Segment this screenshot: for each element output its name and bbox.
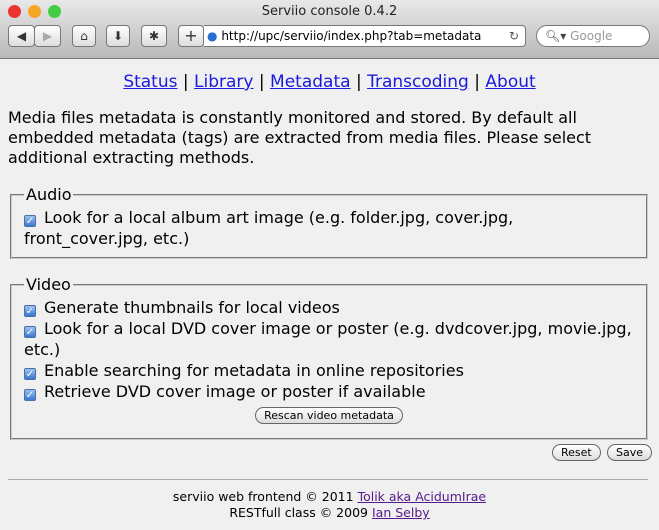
tab-transcoding[interactable]: Transcoding — [367, 72, 469, 92]
tab-metadata[interactable]: Metadata — [270, 72, 351, 92]
rescan-video-metadata-button[interactable]: Rescan video metadata — [255, 407, 403, 424]
footer: serviio web frontend © 2011 Tolik aka Ac… — [172, 489, 487, 520]
tab-library[interactable]: Library — [194, 72, 253, 92]
checkbox[interactable]: ✓ — [24, 368, 36, 380]
globe-icon: ● — [207, 29, 218, 43]
url-field[interactable]: ● http://upc/serviio/index.php?tab=metad… — [204, 25, 526, 47]
tab-nav: Status | Library | Metadata | Transcodin… — [123, 72, 536, 92]
checkbox[interactable]: ✓ — [24, 326, 36, 338]
video-fieldset: Video ✓ Generate thumbnails for local vid… — [10, 274, 648, 440]
video-retrieve-cover-option[interactable]: ✓ Retrieve DVD cover image or poster if a… — [24, 381, 634, 402]
divider — [8, 479, 648, 480]
audio-album-art-option[interactable]: ✓ Look for a local album art image (e.g. … — [24, 207, 634, 249]
reset-button[interactable]: Reset — [552, 444, 601, 461]
window-title: Serviio console 0.4.2 — [261, 4, 398, 19]
audio-fieldset: Audio ✓ Look for a local album art image … — [10, 184, 648, 259]
forward-button[interactable]: ▶ — [34, 25, 61, 47]
rest-author-link[interactable]: Ian Selby — [372, 505, 430, 520]
checkbox[interactable]: ✓ — [24, 305, 36, 317]
video-dvd-cover-local-option[interactable]: ✓ Look for a local DVD cover image or pos… — [24, 318, 634, 360]
audio-legend: Audio — [26, 185, 72, 204]
video-online-search-option[interactable]: ✓ Enable searching for metadata in online… — [24, 360, 634, 381]
gear-icon[interactable]: ✱ — [141, 25, 167, 47]
author-link[interactable]: Tolik aka AcidumIrae — [358, 489, 487, 504]
add-bookmark-button[interactable]: + — [178, 25, 204, 47]
browser-toolbar: Serviio console 0.4.2 ◀ ▶ ⌂ ⬇ ✱ + ● http… — [0, 0, 659, 59]
save-button[interactable]: Save — [607, 444, 653, 461]
back-button[interactable]: ◀ — [8, 25, 35, 47]
reload-icon[interactable]: ↻ — [509, 26, 519, 46]
download-icon[interactable]: ⬇ — [106, 25, 130, 47]
home-icon[interactable]: ⌂ — [72, 25, 96, 47]
search-input[interactable]: 🔍︎▾ Google — [536, 25, 650, 47]
video-legend: Video — [26, 275, 71, 294]
tab-status[interactable]: Status — [123, 72, 177, 92]
search-icon: 🔍︎▾ — [545, 29, 567, 43]
checkbox[interactable]: ✓ — [24, 389, 36, 401]
video-thumbnails-option[interactable]: ✓ Generate thumbnails for local videos — [24, 297, 634, 318]
tab-about[interactable]: About — [485, 72, 535, 92]
checkbox[interactable]: ✓ — [24, 215, 36, 227]
intro-text: Media files metadata is constantly monit… — [8, 108, 592, 167]
